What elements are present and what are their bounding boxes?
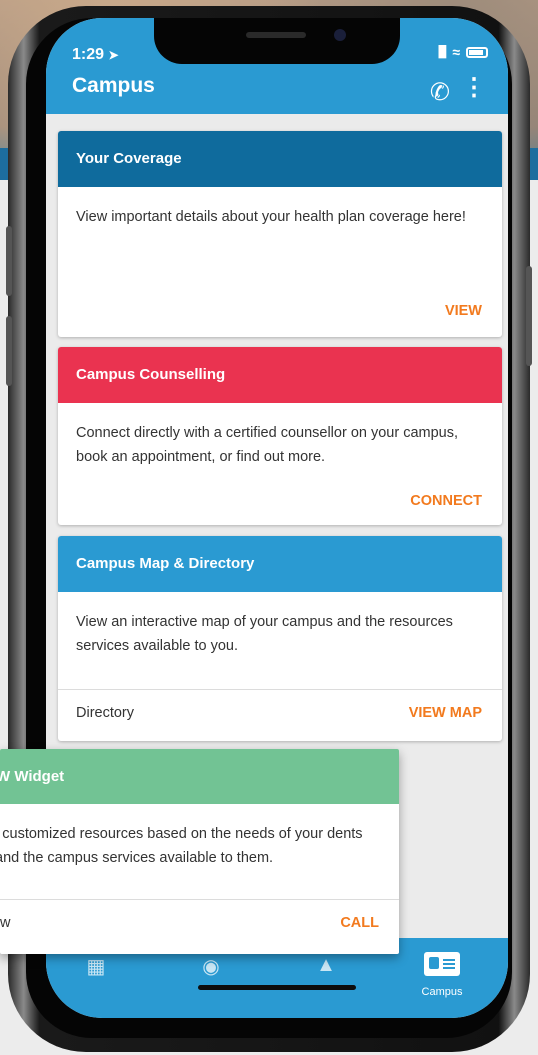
card-body: View important details about your health… <box>76 209 466 225</box>
notch <box>154 18 400 64</box>
widget-body: l customized resources based on the need… <box>0 826 363 866</box>
card-footer: Directory VIEW MAP <box>58 689 502 738</box>
volume-button <box>6 316 12 386</box>
dashboard-icon: ▦ <box>86 956 106 978</box>
campus-id-card-icon <box>424 952 460 976</box>
tab-campus[interactable]: Campus <box>412 952 472 998</box>
card-body: View an interactive map of your campus a… <box>76 614 453 654</box>
widget-card: W Widget l customized resources based on… <box>0 749 399 954</box>
connect-button[interactable]: CONNECT <box>410 493 482 509</box>
wifi-icon: ≈ <box>452 44 460 60</box>
reading-icon: ▲ <box>316 954 336 976</box>
signal-icon: █ <box>438 46 447 58</box>
coverage-card: Your Coverage View important details abo… <box>58 131 502 337</box>
widget-footer-link[interactable]: w <box>0 915 10 931</box>
map-directory-card: Campus Map & Directory View an interacti… <box>58 536 502 741</box>
status-icons: █ ≈ <box>439 44 488 60</box>
status-time: 1:29 ➤ <box>72 46 119 63</box>
tab-dashboard[interactable]: ▦ <box>66 954 126 979</box>
camera <box>334 29 346 41</box>
counselling-card: Campus Counselling Connect directly with… <box>58 347 502 525</box>
home-indicator <box>198 985 356 990</box>
card-title: Campus Counselling <box>58 347 502 403</box>
battery-icon <box>466 46 488 58</box>
page-title: Campus <box>72 74 155 97</box>
card-body: Connect directly with a certified counse… <box>76 425 459 465</box>
volume-button <box>6 226 12 296</box>
card-title: Your Coverage <box>58 131 502 187</box>
tab-label: Campus <box>421 986 463 998</box>
phone-call-icon[interactable]: ✆ <box>430 78 450 107</box>
compass-icon: ◉ <box>202 956 220 978</box>
location-arrow-icon: ➤ <box>108 48 119 62</box>
widget-title: W Widget <box>0 749 399 804</box>
card-title: Campus Map & Directory <box>58 536 502 592</box>
view-button[interactable]: VIEW <box>445 303 482 319</box>
tab-explore[interactable]: ◉ <box>181 954 241 979</box>
power-button <box>526 266 532 366</box>
view-map-button[interactable]: VIEW MAP <box>409 705 482 721</box>
widget-footer: w CALL <box>0 899 399 954</box>
call-button[interactable]: CALL <box>340 915 379 931</box>
app-header: 1:29 ➤ █ ≈ Campus ✆ ⋮ <box>46 18 508 114</box>
more-menu-icon[interactable]: ⋮ <box>462 76 486 100</box>
speaker <box>246 32 306 38</box>
directory-link[interactable]: Directory <box>76 705 134 721</box>
tab-resources[interactable]: ▲ <box>296 954 356 977</box>
